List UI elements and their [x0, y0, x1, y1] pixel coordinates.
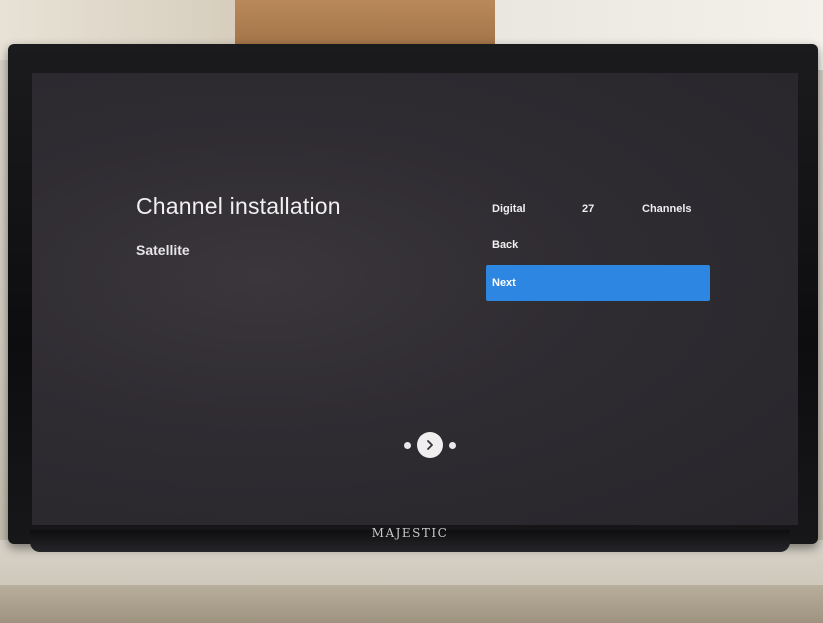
brand-logo: MAJESTIC [371, 526, 449, 540]
page-dot-next [449, 441, 456, 449]
channel-status-row: Digital 27 Channels [486, 191, 710, 227]
next-button[interactable]: Next [486, 265, 710, 301]
page-indicator [404, 430, 456, 460]
installation-menu: Digital 27 Channels Back Next [486, 191, 710, 301]
status-unit: Channels [642, 203, 692, 215]
back-button-label: Back [492, 239, 519, 251]
back-button[interactable]: Back [486, 227, 710, 263]
channel-count: 27 [582, 203, 595, 215]
table-edge [0, 585, 823, 623]
status-label: Digital [492, 203, 526, 215]
page-dot-previous [404, 441, 411, 449]
chevron-right-icon[interactable] [417, 432, 443, 458]
installation-type: Satellite [136, 242, 190, 258]
page-title: Channel installation [136, 193, 341, 219]
tv-screen: Channel installation Satellite Digital 2… [32, 73, 798, 525]
next-button-label: Next [492, 277, 516, 289]
